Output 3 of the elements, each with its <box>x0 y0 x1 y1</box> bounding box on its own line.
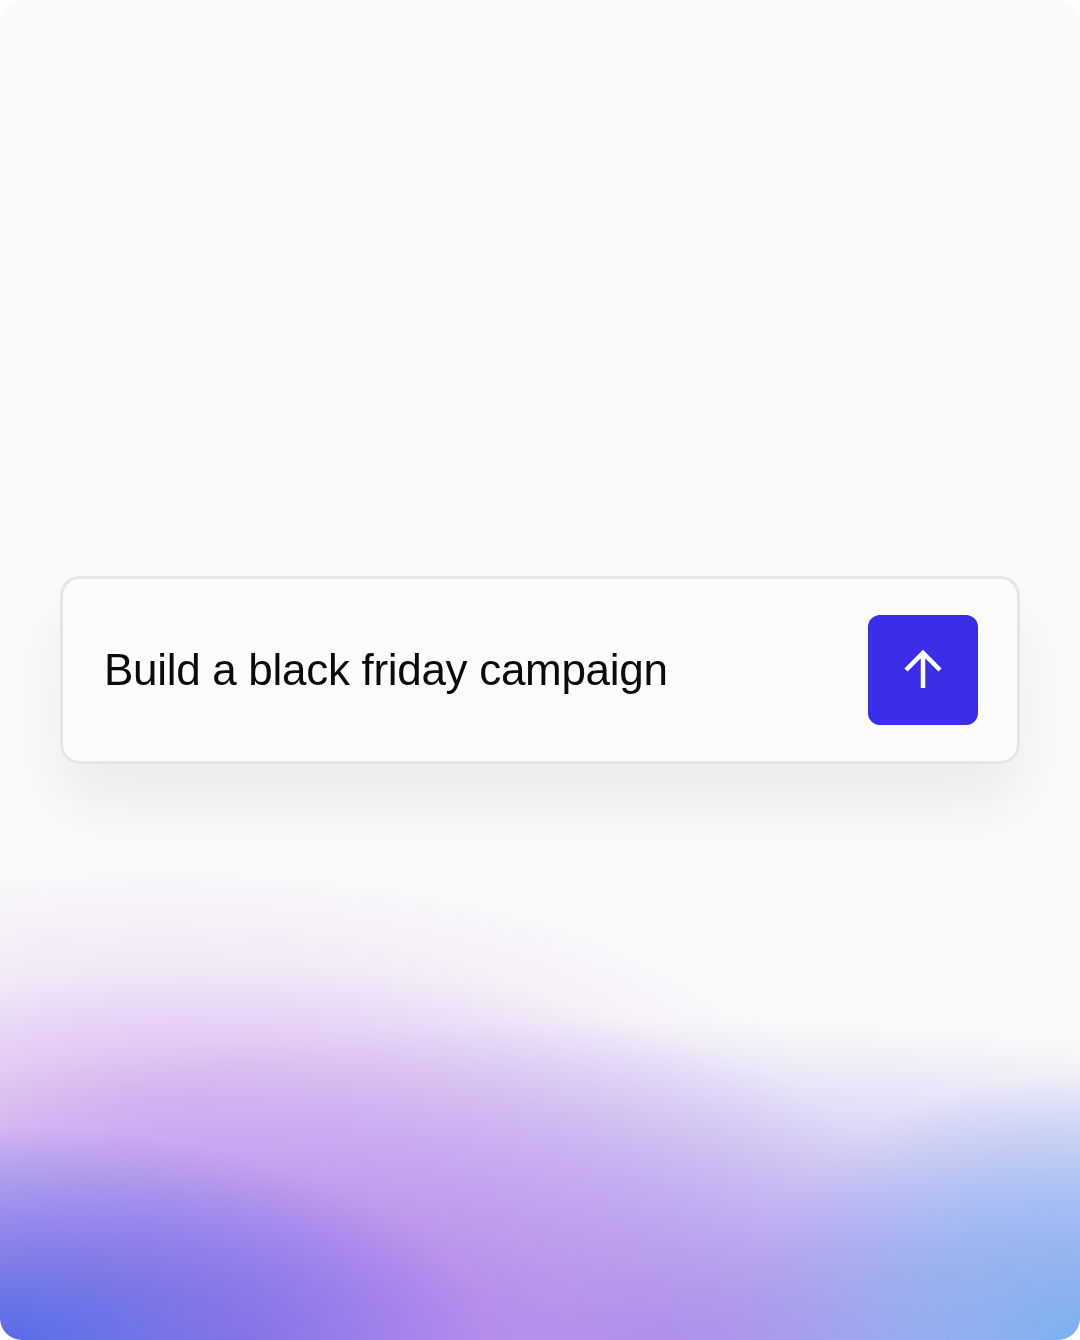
prompt-text: Build a black friday campaign <box>104 645 668 695</box>
send-button[interactable] <box>868 615 978 725</box>
prompt-field[interactable]: Build a black friday campaign <box>60 576 1020 764</box>
